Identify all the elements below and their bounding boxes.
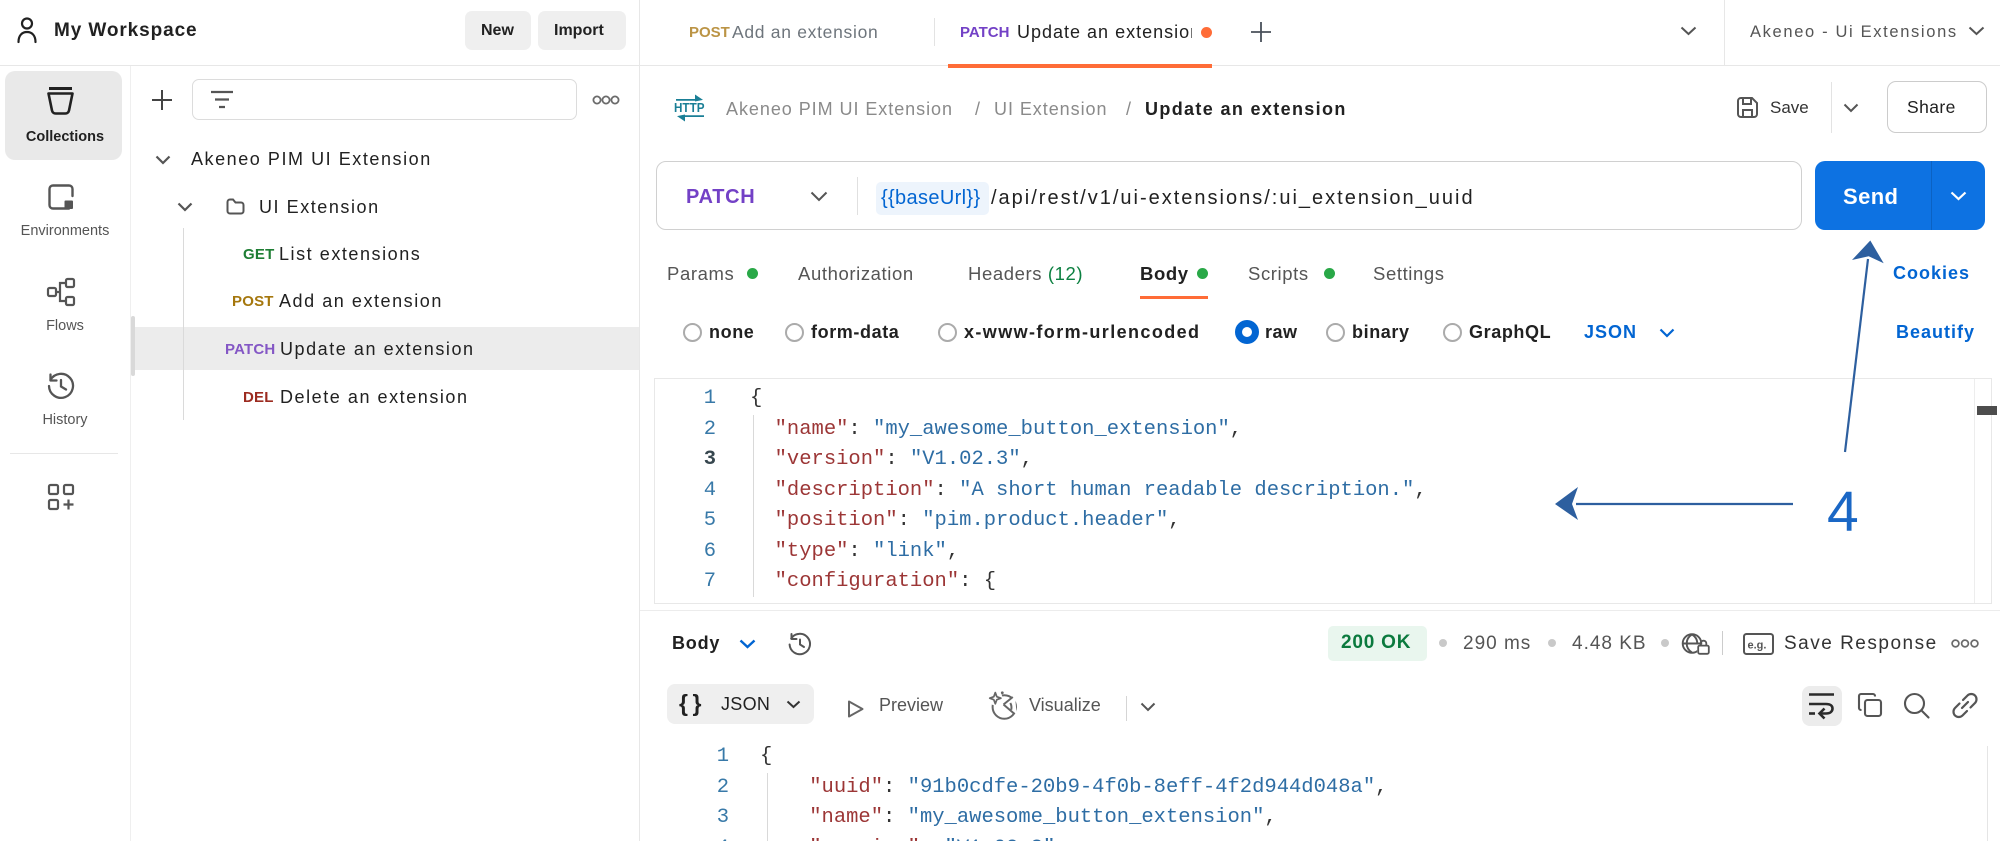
svg-text:HTTP: HTTP <box>674 101 705 115</box>
svg-text:e.g.: e.g. <box>1748 640 1767 652</box>
